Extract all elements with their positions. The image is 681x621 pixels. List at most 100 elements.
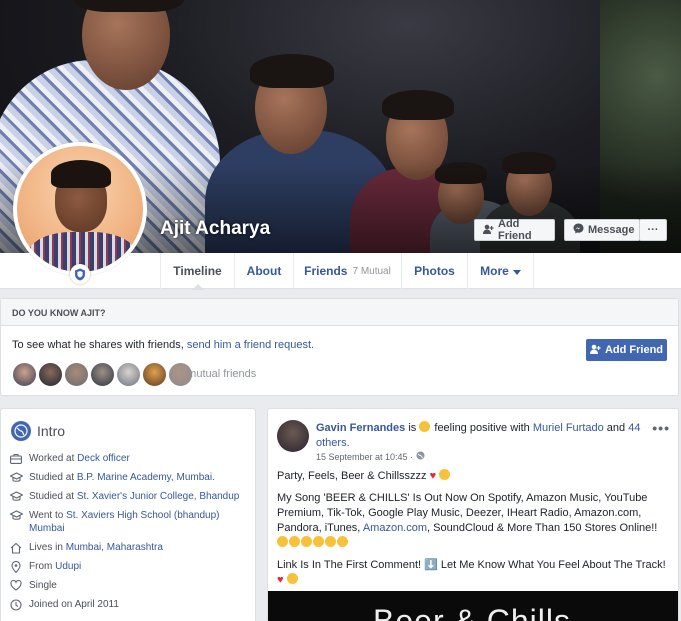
post-and: and <box>603 422 629 434</box>
post-timestamp[interactable]: 15 September at 10:45 · <box>316 452 413 462</box>
profile-name[interactable]: Ajit Acharya <box>160 218 270 240</box>
prompt-text: To see what he shares with friends, <box>12 339 187 351</box>
message-button[interactable]: Message <box>564 219 640 241</box>
mutual-friend-avatar[interactable] <box>116 362 141 387</box>
feed-post: Gavin Fernandes is feeling positive with… <box>267 408 679 621</box>
tab-about[interactable]: About <box>234 253 293 289</box>
do-you-know-card: DO YOU KNOW AJIT? To see what he shares … <box>0 298 679 396</box>
mutual-friend-avatar[interactable] <box>64 362 89 387</box>
intro-item-from: From Udupi <box>9 560 249 573</box>
intro-item-prefix: Studied at <box>29 491 77 502</box>
caret-down-icon <box>512 264 521 278</box>
briefcase-icon <box>9 452 23 465</box>
intro-item-lives: Lives in Mumbai, Maharashtra <box>9 541 249 554</box>
intro-item-education: Studied at B.P. Marine Academy, Mumbai. <box>9 471 249 484</box>
intro-item-prefix: Studied at <box>29 472 77 483</box>
add-friend-button[interactable]: Add Friend <box>586 339 667 361</box>
post-line-1: Party, Feels, Beer & Chillsszzz <box>277 470 427 482</box>
more-dots-icon: ··· <box>647 224 659 236</box>
amazon-link[interactable]: Amazon.com <box>363 522 427 534</box>
intro-item-prefix: From <box>29 561 56 572</box>
mutual-friends-avatars <box>12 362 194 387</box>
do-you-know-heading: DO YOU KNOW AJIT? <box>1 299 678 326</box>
profile-more-button[interactable]: ··· <box>639 219 667 241</box>
tagged-friend-link[interactable]: Muriel Furtado <box>533 422 604 434</box>
add-friend-button[interactable]: Add Friend <box>474 218 555 242</box>
home-icon <box>9 541 23 554</box>
post-author-avatar[interactable] <box>277 420 309 452</box>
intro-item-prefix: Worked at <box>29 453 78 464</box>
add-friend-label: Add Friend <box>498 218 532 242</box>
post-activity-mid: is <box>405 422 420 434</box>
media-title-text: Beer & Chills <box>373 603 571 621</box>
post-meta: 15 September at 10:45 · <box>316 451 425 462</box>
intro-item-link[interactable]: Udupi <box>55 561 81 572</box>
public-globe-icon <box>416 451 425 462</box>
graduation-cap-icon <box>9 471 23 484</box>
post-line-2b: , SoundCloud & More Than 150 Stores Onli… <box>427 522 658 534</box>
intro-item-prefix: Went to <box>29 510 67 521</box>
intro-heading: Intro <box>11 421 65 441</box>
profile-guard-shield-icon <box>70 264 90 284</box>
laughing-emoji-icon <box>286 573 298 584</box>
add-friend-icon <box>483 224 494 237</box>
tab-label: Timeline <box>173 264 222 278</box>
laughing-emoji-icon <box>337 536 348 547</box>
tab-timeline[interactable]: Timeline <box>160 253 234 290</box>
tab-label: More <box>480 264 509 278</box>
intro-item-link[interactable]: B.P. Marine Academy, Mumbai. <box>77 472 215 483</box>
laughing-emoji-icon <box>313 536 324 547</box>
mutual-friends-count: 7 Mutual <box>352 265 391 277</box>
post-activity: feeling positive with <box>431 422 533 434</box>
relieved-face-emoji-icon <box>419 421 431 432</box>
post-author-link[interactable]: Gavin Fernandes <box>316 422 405 434</box>
intro-item-link[interactable]: Deck officer <box>77 453 130 464</box>
intro-item-link[interactable]: Mumbai, Maharashtra <box>66 542 163 553</box>
laughing-emoji-icon <box>301 536 312 547</box>
messenger-icon <box>573 223 584 237</box>
tab-label: About <box>246 264 282 278</box>
tab-label: Friends <box>304 264 348 278</box>
intro-item-link[interactable]: St. Xavier's Junior College, Bhandup <box>77 491 240 502</box>
intro-card: Intro Worked at Deck officer Studied at … <box>0 408 256 621</box>
heart-outline-icon <box>9 579 23 592</box>
intro-item-prefix: Lives in <box>29 542 66 553</box>
intro-item-work: Worked at Deck officer <box>9 452 249 465</box>
friend-request-prompt: To see what he shares with friends, send… <box>12 339 314 351</box>
post-options-icon[interactable]: ••• <box>652 420 670 436</box>
mutual-friend-avatar[interactable] <box>38 362 63 387</box>
intro-item-joined: Joined on April 2011 <box>9 598 249 611</box>
red-heart-emoji-icon: ♥ <box>277 574 284 586</box>
mutual-friend-avatar[interactable] <box>142 362 167 387</box>
globe-icon <box>11 421 31 441</box>
post-line-3: Link Is In The First Comment! ⬇️ Let Me … <box>277 559 666 571</box>
send-friend-request-link[interactable]: send him a friend request. <box>187 339 314 351</box>
intro-item-relationship: Single <box>9 579 249 592</box>
tab-friends[interactable]: Friends 7 Mutual <box>293 253 401 289</box>
laughing-emoji-icon <box>325 536 336 547</box>
tab-more[interactable]: More <box>467 253 534 289</box>
profile-picture[interactable] <box>13 142 147 276</box>
post-body: Party, Feels, Beer & Chillsszzz ♥ My Son… <box>277 469 672 595</box>
location-pin-icon <box>9 560 23 573</box>
intro-item-text: Joined on April 2011 <box>29 599 119 610</box>
clock-icon <box>9 598 23 611</box>
post-video-media[interactable]: Beer & Chills <box>268 591 678 621</box>
mutual-friends-count[interactable]: 7 mutual friends <box>178 368 256 380</box>
mutual-friend-avatar[interactable] <box>12 362 37 387</box>
post-header: Gavin Fernandes is feeling positive with… <box>316 421 651 451</box>
message-label: Message <box>588 224 635 236</box>
tab-photos[interactable]: Photos <box>401 253 467 289</box>
laughing-emoji-icon <box>289 536 300 547</box>
red-heart-emoji-icon: ♥ <box>429 470 437 482</box>
laughing-emoji-icon <box>439 469 451 480</box>
intro-list: Worked at Deck officer Studied at B.P. M… <box>9 452 249 617</box>
mutual-friend-avatar[interactable] <box>90 362 115 387</box>
add-friend-label: Add Friend <box>604 344 664 356</box>
intro-item-education: Went to St. Xaviers High School (bhandup… <box>9 509 249 535</box>
intro-title: Intro <box>37 423 66 439</box>
add-friend-icon <box>589 344 601 357</box>
intro-item-text: Single <box>29 580 57 591</box>
tab-label: Photos <box>414 264 455 278</box>
graduation-cap-icon <box>9 490 23 503</box>
